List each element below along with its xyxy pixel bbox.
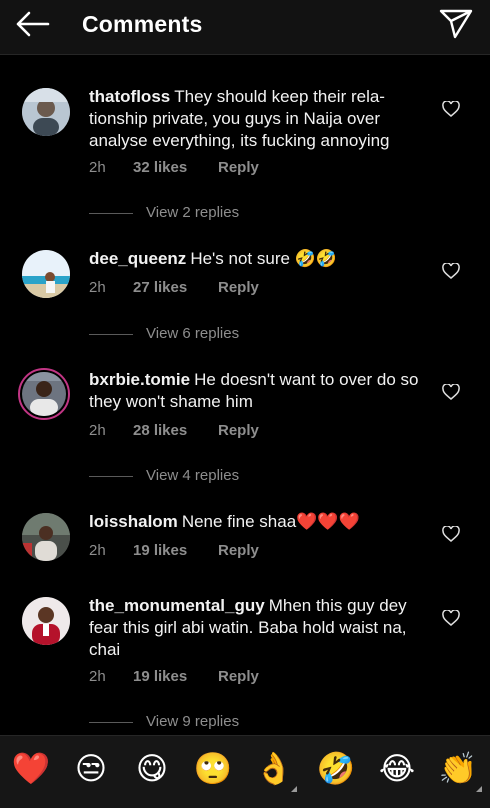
avatar[interactable] — [22, 597, 70, 645]
comment-time: 2h — [89, 542, 106, 559]
avatar[interactable] — [22, 88, 70, 136]
reply-button[interactable]: Reply — [218, 159, 259, 176]
emoji-clap[interactable]: 👏 — [438, 749, 478, 789]
view-replies-label: View 4 replies — [146, 467, 240, 484]
view-replies-link[interactable]: View 4 replies — [89, 467, 239, 484]
view-replies-link[interactable]: View 2 replies — [89, 204, 239, 221]
avatar[interactable] — [18, 368, 70, 420]
paper-plane-icon[interactable] — [438, 8, 474, 40]
comment-username[interactable]: dee_queenz — [89, 249, 186, 268]
likes-count[interactable]: 27 likes — [133, 279, 218, 296]
divider — [89, 721, 133, 723]
emoji-heart[interactable]: ❤️ — [11, 749, 51, 789]
reply-button[interactable]: Reply — [218, 542, 259, 559]
view-replies-link[interactable]: View 6 replies — [89, 325, 239, 342]
skin-tone-indicator — [291, 786, 297, 792]
emoji-bar: ❤️ 😒 😋 🙄 👌 🤣 😂 👏 — [0, 735, 490, 808]
heart-icon[interactable] — [442, 610, 460, 626]
divider — [89, 333, 133, 335]
comment-username[interactable]: the_monumental_guy — [89, 596, 265, 615]
reply-button[interactable]: Reply — [218, 668, 259, 685]
likes-count[interactable]: 28 likes — [133, 422, 218, 439]
comment-username[interactable]: bxrbie.tomie — [89, 370, 190, 389]
comment-text: Nene fine shaa❤️❤️❤️ — [181, 512, 360, 531]
divider — [89, 212, 133, 214]
view-replies-label: View 2 replies — [146, 204, 240, 221]
heart-icon[interactable] — [442, 526, 460, 542]
likes-count[interactable]: 19 likes — [133, 668, 218, 685]
comment-time: 2h — [89, 279, 106, 296]
comment-time: 2h — [89, 422, 106, 439]
avatar[interactable] — [22, 250, 70, 298]
heart-icon[interactable] — [442, 263, 460, 279]
arrow-left-icon[interactable] — [14, 9, 52, 39]
likes-count[interactable]: 19 likes — [133, 542, 218, 559]
comment-text: He's not sure 🤣🤣 — [190, 249, 337, 268]
likes-count[interactable]: 32 likes — [133, 159, 218, 176]
view-replies-link[interactable]: View 9 replies — [89, 713, 239, 730]
heart-icon[interactable] — [442, 384, 460, 400]
divider — [89, 475, 133, 477]
comment-username[interactable]: loisshalom — [89, 512, 178, 531]
view-replies-label: View 6 replies — [146, 325, 240, 342]
avatar[interactable] — [22, 513, 70, 561]
emoji-ok-hand[interactable]: 👌 — [254, 749, 294, 789]
emoji-eye-roll[interactable]: 🙄 — [193, 749, 233, 789]
emoji-unamused[interactable]: 😒 — [71, 749, 111, 789]
heart-icon[interactable] — [442, 101, 460, 117]
emoji-rofl[interactable]: 🤣 — [316, 749, 356, 789]
comment-time: 2h — [89, 668, 106, 685]
reply-button[interactable]: Reply — [218, 422, 259, 439]
comment-time: 2h — [89, 159, 106, 176]
emoji-joy[interactable]: 😂 — [377, 749, 417, 789]
view-replies-label: View 9 replies — [146, 713, 240, 730]
reply-button[interactable]: Reply — [218, 279, 259, 296]
page-title: Comments — [82, 11, 203, 37]
skin-tone-indicator — [476, 786, 482, 792]
emoji-yum[interactable]: 😋 — [132, 749, 172, 789]
top-bar: Comments — [0, 0, 490, 55]
comment-username[interactable]: thatofloss — [89, 87, 170, 106]
